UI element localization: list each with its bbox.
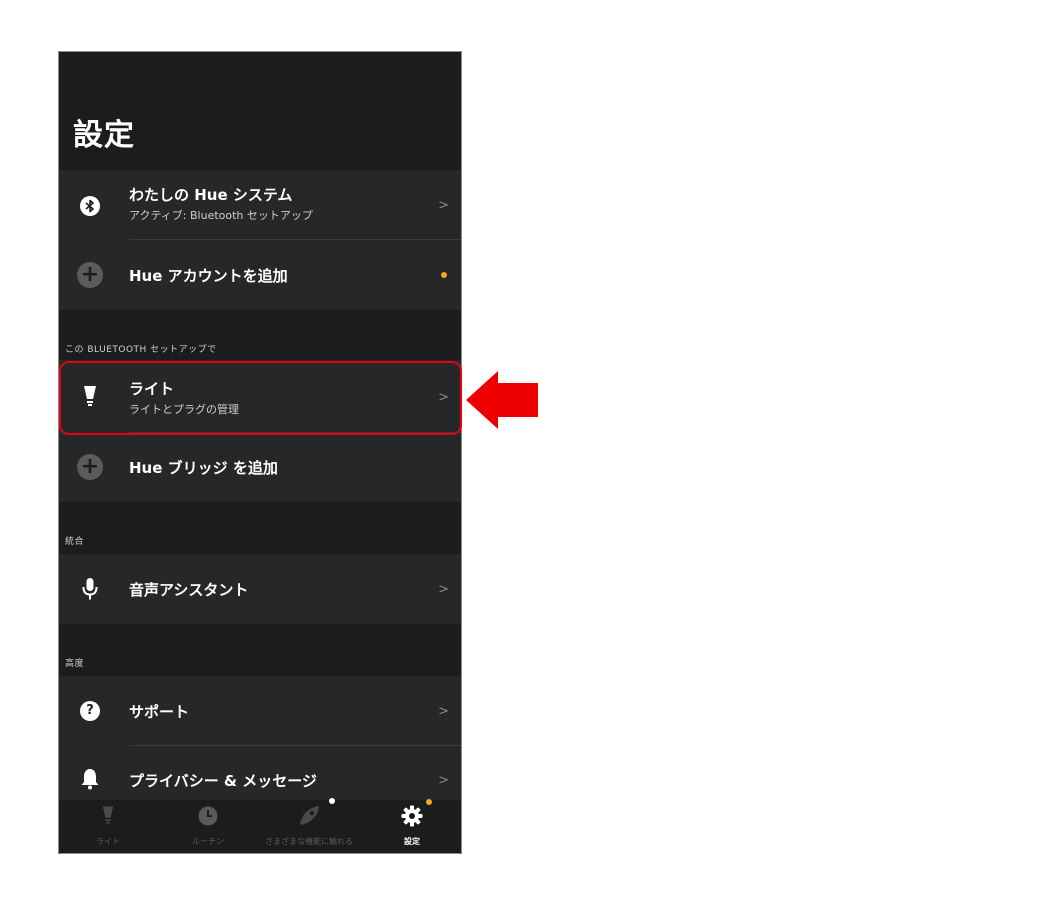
- tab-lights[interactable]: ライト: [79, 800, 139, 853]
- add-hue-bridge-label: Hue ブリッジ を追加: [129, 459, 278, 477]
- hue-system-subtitle: アクティブ: Bluetooth セットアップ: [129, 209, 313, 222]
- support-label: サポート: [129, 703, 190, 721]
- hue-system-row[interactable]: わたしの Hue システム アクティブ: Bluetooth セットアップ >: [59, 170, 461, 240]
- bell-icon: [76, 765, 104, 793]
- settings-screen: 設定 わたしの Hue システム アクティブ: Bluetooth セットアップ…: [58, 51, 462, 854]
- section-header-advanced: 高度: [65, 659, 85, 669]
- voice-assistant-row[interactable]: 音声アシスタント >: [59, 554, 461, 624]
- integration-panel: 音声アシスタント >: [59, 554, 461, 624]
- plus-icon: +: [76, 261, 104, 289]
- bottom-tab-bar: ライト ルーチン さまざまな機能に触れる 設定: [59, 798, 461, 853]
- gear-icon: [401, 805, 423, 831]
- chevron-right-icon: >: [438, 773, 449, 788]
- tab-label: さまざまな機能に触れる: [265, 837, 353, 846]
- support-row[interactable]: ? サポート >: [59, 676, 461, 746]
- tab-settings[interactable]: 設定: [383, 799, 443, 853]
- plus-icon: +: [76, 453, 104, 481]
- notification-dot: [441, 272, 447, 278]
- section-header-integration: 統合: [65, 537, 85, 547]
- voice-assistant-label: 音声アシスタント: [129, 581, 249, 599]
- add-hue-bridge-row[interactable]: + Hue ブリッジ を追加: [59, 432, 461, 502]
- highlight-box: [59, 361, 462, 435]
- tab-explore[interactable]: さまざまな機能に触れる: [259, 798, 359, 853]
- add-hue-account-row[interactable]: + Hue アカウントを追加: [59, 240, 461, 310]
- chevron-right-icon: >: [438, 198, 449, 213]
- chevron-right-icon: >: [438, 582, 449, 597]
- privacy-label: プライバシー & メッセージ: [129, 772, 317, 790]
- bluetooth-icon: [76, 192, 104, 220]
- page-title: 設定: [73, 118, 135, 153]
- help-icon: ?: [76, 697, 104, 725]
- hue-system-title: わたしの Hue システム: [129, 186, 293, 204]
- add-hue-account-label: Hue アカウントを追加: [129, 267, 288, 285]
- tab-label: 設定: [404, 837, 420, 846]
- rocket-icon: [297, 804, 323, 830]
- section-header-bluetooth: この BLUETOOTH セットアップで: [65, 345, 217, 355]
- tab-label: ライト: [96, 837, 120, 846]
- hue-system-panel: わたしの Hue システム アクティブ: Bluetooth セットアップ > …: [59, 170, 461, 310]
- tab-label: ルーチン: [192, 837, 224, 846]
- microphone-icon: [76, 575, 104, 603]
- clock-icon: [198, 806, 218, 830]
- notification-dot: [329, 798, 335, 804]
- chevron-right-icon: >: [438, 704, 449, 719]
- notification-dot: [426, 799, 432, 805]
- lamp-icon: [102, 805, 114, 829]
- red-arrow-icon: [466, 371, 538, 429]
- tab-routines[interactable]: ルーチン: [179, 800, 239, 853]
